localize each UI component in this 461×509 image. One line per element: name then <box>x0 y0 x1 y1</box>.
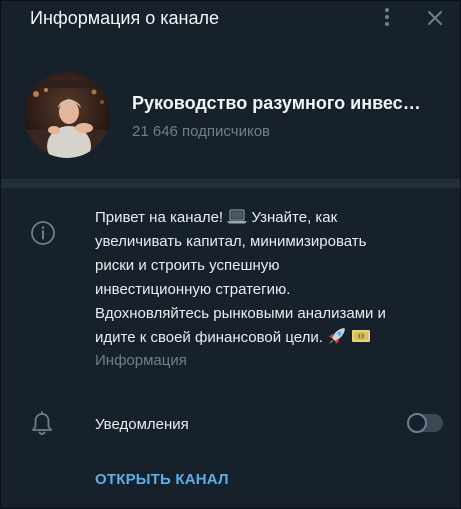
description-label: Информация <box>95 352 187 369</box>
laptop-emoji-icon <box>227 208 248 224</box>
channel-avatar[interactable] <box>24 72 110 158</box>
description-cta: Узнайте, как <box>251 209 338 226</box>
panel-header: Информация о канале <box>1 1 460 37</box>
money-emoji-icon <box>351 327 371 345</box>
channel-name: Руководство разумного инвес… <box>132 93 421 113</box>
subscriber-count: 21 646 подписчиков <box>132 123 271 140</box>
description-line-1: Привет на канале! Узнайте, как <box>95 206 440 230</box>
description-line-3: риски и строить успешную <box>95 257 280 274</box>
description-closing: идите к своей финансовой цели. <box>95 329 323 346</box>
bell-icon <box>30 411 54 437</box>
info-icon <box>30 220 56 246</box>
close-icon[interactable] <box>425 8 445 28</box>
more-vertical-icon[interactable] <box>381 8 393 28</box>
description-line-2: увеличивать капитал, минимизировать <box>95 233 367 250</box>
notifications-label: Уведомления <box>95 416 189 433</box>
channel-description: Привет на канале! Узнайте, как увеличива… <box>95 206 440 350</box>
toggle-knob <box>407 413 427 433</box>
description-line-5: Вдохновляйтесь рынковыми анализами и <box>95 305 386 322</box>
panel-title: Информация о канале <box>30 8 219 28</box>
channel-info-panel: Информация о канале Руководство разумног… <box>0 0 461 509</box>
description-line-4: инвестиционную стратегию. <box>95 281 291 298</box>
rocket-emoji-icon <box>327 327 347 345</box>
section-divider <box>1 179 460 188</box>
description-line-6: идите к своей финансовой цели. <box>95 326 440 350</box>
notifications-toggle[interactable] <box>407 413 443 433</box>
description-greeting: Привет на канале! <box>95 209 224 226</box>
open-channel-button[interactable]: ОТКРЫТЬ КАНАЛ <box>95 470 229 490</box>
